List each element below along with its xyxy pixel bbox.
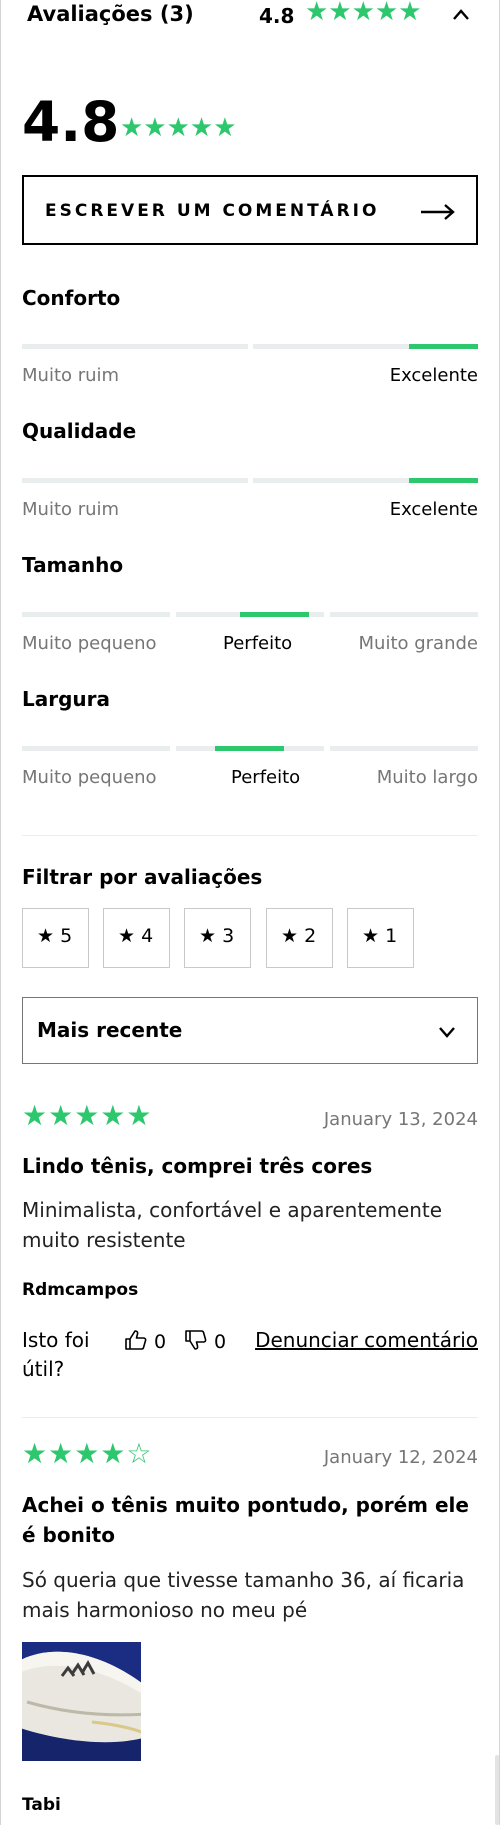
helpful-yes-count: 0 [154, 1331, 167, 1353]
left-edge [0, 0, 1, 1825]
scale-high-label: Excelente [389, 365, 478, 386]
scale-low-label: Muito ruim [22, 499, 120, 520]
rating-track [330, 746, 478, 751]
review-photo-thumbnail[interactable] [22, 1642, 141, 1761]
rating-marker-qualidade [409, 478, 478, 483]
attribute-title-conforto: Conforto [22, 286, 121, 310]
helpful-question: Isto foi útil? [22, 1328, 90, 1381]
filter-title: Filtrar por avaliações [22, 865, 263, 889]
reviews-accordion-header[interactable]: Avaliações (3) 4.8 ★★★★★ [0, 0, 500, 30]
filter-value: 3 [222, 925, 235, 947]
rating-track [22, 746, 170, 751]
thumbs-up-icon [125, 1330, 147, 1350]
star-icon: ★ [118, 925, 136, 947]
filter-2-stars-button[interactable]: ★ 2 [266, 908, 333, 968]
attribute-title-qualidade: Qualidade [22, 419, 137, 443]
filter-value: 2 [304, 925, 317, 947]
filter-1-star-button[interactable]: ★ 1 [347, 908, 414, 968]
rating-track [22, 478, 248, 483]
star-icon: ★ [37, 925, 55, 947]
sort-selected-value: Mais recente [37, 1018, 183, 1042]
filter-3-stars-button[interactable]: ★ 3 [184, 908, 251, 968]
write-review-button[interactable]: ESCREVER UM COMENTÁRIO [22, 175, 478, 245]
chevron-up-icon[interactable] [451, 5, 471, 25]
review-title: Achei o tênis muito pontudo, porém ele é… [22, 1493, 469, 1547]
scale-high-label: Excelente [389, 499, 478, 520]
review-divider [22, 1417, 478, 1418]
star-icon: ★ [281, 925, 299, 947]
star-icon: ★ [199, 925, 217, 947]
helpful-no-count: 0 [214, 1331, 227, 1353]
review-date: January 12, 2024 [323, 1447, 478, 1468]
star-icon: ★ [362, 925, 380, 947]
chevron-down-icon [439, 1027, 455, 1038]
review-stars: ★★★★★ [22, 1099, 153, 1132]
header-stars: ★★★★★ [305, 0, 422, 27]
thumbs-down-icon [185, 1330, 207, 1350]
section-divider [22, 835, 478, 836]
scale-low-label: Muito ruim [22, 365, 120, 386]
attribute-title-largura: Largura [22, 687, 111, 711]
rating-marker-conforto [409, 344, 478, 349]
scale-mid-label: Perfeito [231, 767, 301, 788]
filter-value: 1 [385, 925, 398, 947]
filter-4-stars-button[interactable]: ★ 4 [103, 908, 170, 968]
scale-mid-label: Perfeito [223, 633, 293, 654]
review-body: Minimalista, confortável e aparentemente… [22, 1198, 443, 1252]
review-stars: ★★★★☆ [22, 1437, 153, 1470]
reviews-count-title: Avaliações (3) [27, 2, 194, 26]
average-stars: ★★★★★ [120, 113, 237, 143]
scale-high-label: Muito largo [376, 767, 478, 788]
rating-track [330, 612, 478, 617]
scale-low-label: Muito pequeno [22, 767, 157, 788]
filter-value: 5 [60, 925, 73, 947]
report-review-link[interactable]: Denunciar comentário [255, 1328, 478, 1352]
rating-marker-largura [215, 746, 284, 751]
arrow-right-icon [421, 204, 455, 220]
scale-high-label: Muito grande [358, 633, 479, 654]
scrollbar-thumb[interactable] [495, 1755, 499, 1825]
sneaker-photo-illustration [22, 1642, 141, 1761]
write-review-label: ESCREVER UM COMENTÁRIO [45, 201, 380, 221]
helpful-yes-button[interactable]: 0 [124, 1329, 166, 1353]
rating-track [22, 612, 170, 617]
review-date: January 13, 2024 [323, 1109, 478, 1130]
helpful-no-button[interactable]: 0 [184, 1329, 226, 1353]
filter-5-stars-button[interactable]: ★ 5 [22, 908, 89, 968]
review-author: Rdmcampos [22, 1280, 139, 1300]
filter-value: 4 [141, 925, 154, 947]
review-title: Lindo tênis, comprei três cores [22, 1154, 373, 1178]
attribute-title-tamanho: Tamanho [22, 553, 124, 577]
rating-marker-tamanho [240, 612, 309, 617]
scale-low-label: Muito pequeno [22, 633, 157, 654]
rating-track [22, 344, 248, 349]
review-author: Tabi [22, 1795, 61, 1815]
review-body: Só queria que tivesse tamanho 36, aí fic… [22, 1568, 465, 1622]
header-rating: 4.8 [259, 4, 295, 28]
average-rating: 4.8 [22, 90, 120, 154]
sort-select[interactable]: Mais recente [22, 997, 478, 1064]
